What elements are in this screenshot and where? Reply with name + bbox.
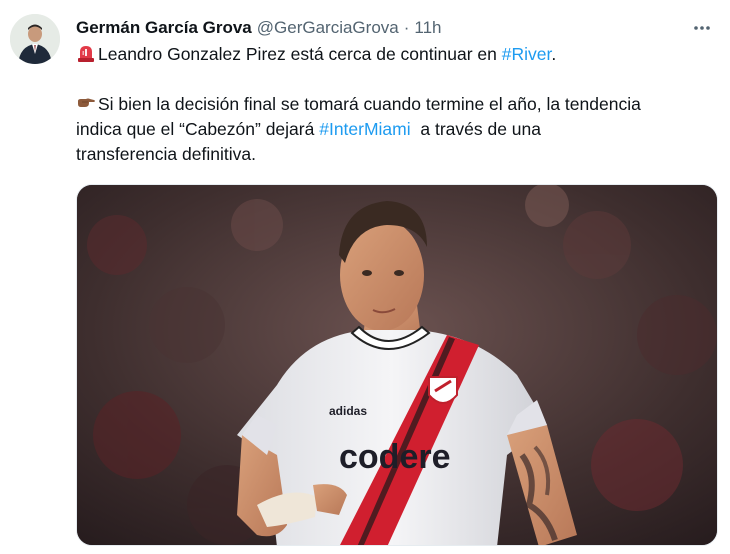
tweet-line-3: indica que el “Cabezón” dejará #InterMia… bbox=[76, 117, 716, 142]
author-handle[interactable]: @GerGarciaGrova bbox=[257, 18, 399, 38]
timestamp[interactable]: 11h bbox=[414, 18, 441, 38]
author-name[interactable]: Germán García Grova bbox=[76, 18, 252, 38]
hashtag-intermiami[interactable]: #InterMiami bbox=[319, 119, 410, 139]
tweet-line-4-text: transferencia definitiva. bbox=[76, 144, 256, 164]
tweet-card[interactable]: Germán García Grova @GerGarciaGrova · 11… bbox=[0, 0, 730, 554]
tweet-line-2-text: Si bien la decisión final se tomará cuan… bbox=[98, 94, 641, 114]
rotating-light-icon bbox=[78, 46, 94, 62]
more-button[interactable] bbox=[688, 14, 716, 42]
tweet-line-1: Leandro Gonzalez Pirez está cerca de con… bbox=[76, 42, 716, 67]
separator-dot: · bbox=[403, 18, 410, 37]
soccer-player-photo: codere adidas bbox=[77, 185, 717, 545]
tweet-line-1-text: Leandro Gonzalez Pirez está cerca de con… bbox=[98, 44, 502, 64]
tweet-line-2: Si bien la decisión final se tomará cuan… bbox=[76, 92, 716, 117]
tweet-header: Germán García Grova @GerGarciaGrova · 11… bbox=[76, 16, 442, 40]
hashtag-river[interactable]: #River bbox=[502, 44, 552, 64]
tweet-line-4: transferencia definitiva. bbox=[76, 142, 716, 167]
avatar[interactable] bbox=[10, 14, 60, 64]
jersey-brand-text: adidas bbox=[329, 404, 367, 418]
tweet-text: Leandro Gonzalez Pirez está cerca de con… bbox=[76, 42, 716, 167]
tweet-line-1-suffix: . bbox=[551, 44, 557, 64]
more-horizontal-icon bbox=[694, 26, 710, 30]
tweet-media-image[interactable]: codere adidas bbox=[76, 184, 718, 546]
jersey-sponsor-text: codere bbox=[339, 438, 451, 476]
pointing-right-icon bbox=[78, 98, 95, 107]
tweet-line-3-prefix: indica que el “Cabezón” dejará bbox=[76, 119, 320, 139]
tweet-line-3-suffix: a través de una bbox=[410, 119, 542, 139]
